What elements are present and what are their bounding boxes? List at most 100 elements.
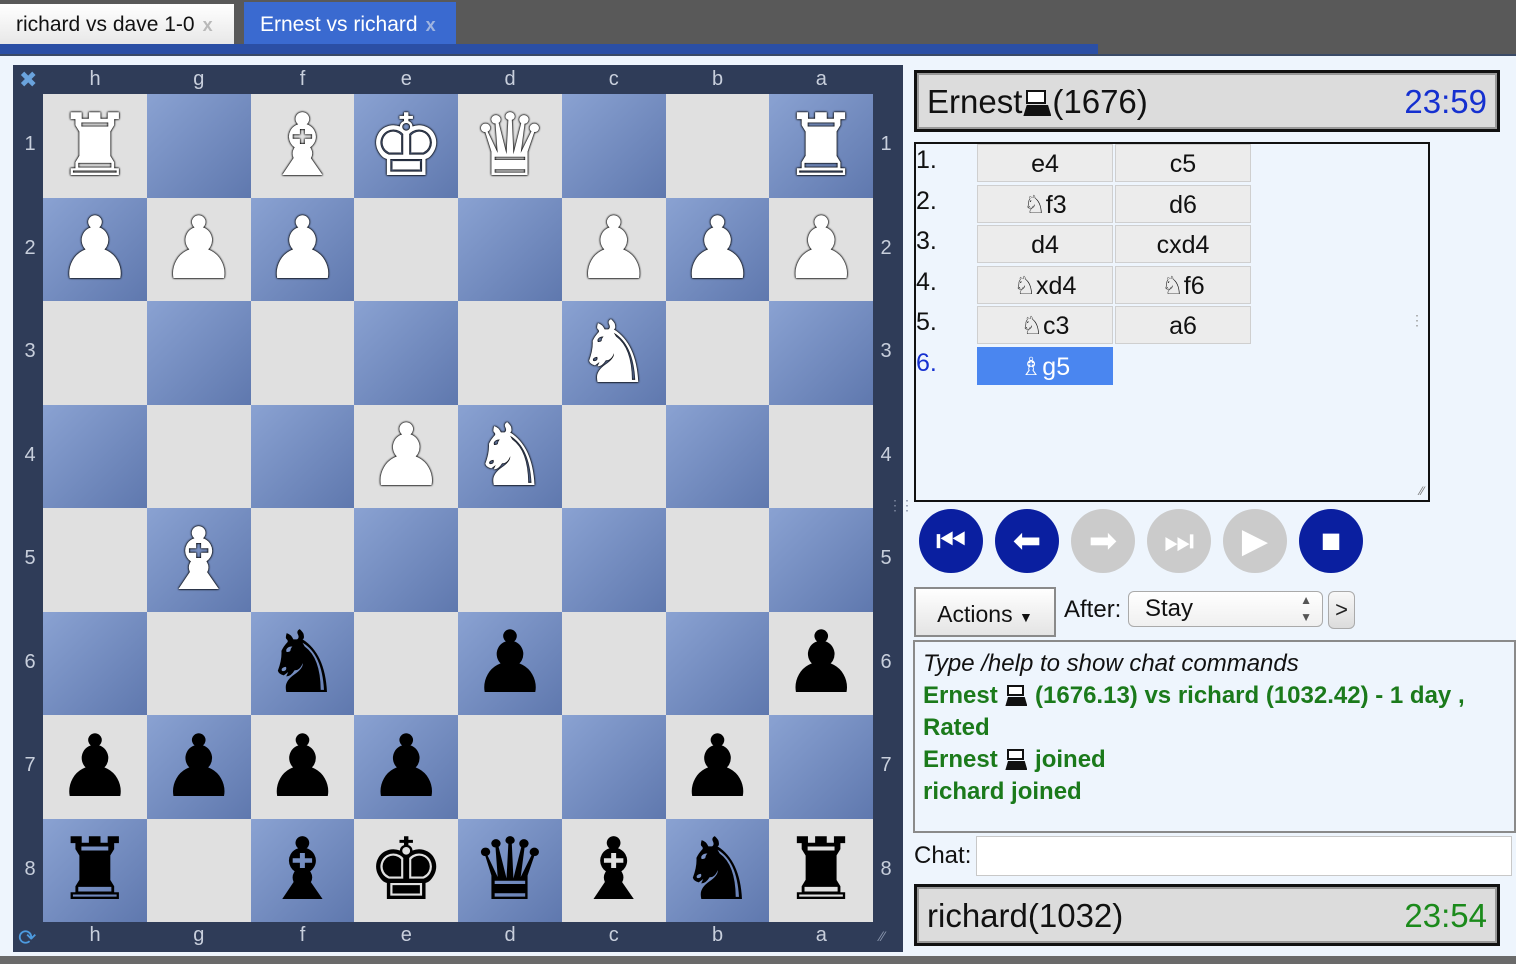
white-rook-icon[interactable]: ♜ [783, 103, 860, 189]
square-c2[interactable]: ♟ [561, 197, 666, 301]
close-icon[interactable]: x [426, 15, 436, 35]
black-rook-icon[interactable]: ♜ [783, 827, 860, 913]
square-g6[interactable] [146, 611, 251, 715]
square-f5[interactable] [250, 508, 355, 612]
square-b3[interactable] [665, 301, 770, 405]
chess-board[interactable]: ♜ ♝ ♚ ♛ ♜ ♟ ♟ ♟ ♟ ♟ ♟ ♞ ♟ ♞ ♝ ♞ ♟ ♟ ♟ ♟ ♟ ♟ ♟ ♜ ♝ ♚ ♛ ♝ ♞ ♜ [43, 94, 873, 922]
square-h1[interactable]: ♜ [43, 94, 147, 198]
white-move[interactable]: e4 [977, 144, 1113, 182]
white-move[interactable]: d4 [977, 225, 1113, 263]
black-move[interactable]: d6 [1115, 184, 1251, 223]
drag-handle-icon[interactable]: ⋮⋮ [888, 497, 914, 514]
square-e2[interactable] [354, 197, 458, 301]
chat-input[interactable] [976, 836, 1512, 876]
square-c4[interactable] [561, 404, 666, 508]
white-king-icon[interactable]: ♚ [368, 103, 445, 189]
square-c8[interactable]: ♝ [561, 818, 666, 922]
square-h3[interactable] [43, 301, 147, 405]
white-pawn-icon[interactable]: ♟ [575, 206, 652, 292]
square-d7[interactable] [458, 715, 562, 819]
square-h5[interactable] [43, 508, 147, 612]
square-b8[interactable]: ♞ [665, 818, 770, 922]
square-f7[interactable]: ♟ [250, 715, 355, 819]
square-c5[interactable] [561, 508, 666, 612]
first-move-button[interactable]: ⏮ [919, 509, 983, 573]
black-rook-icon[interactable]: ♜ [56, 827, 133, 913]
after-select[interactable]: Stay ▲ ▼ [1128, 591, 1323, 627]
black-pawn-icon[interactable]: ♟ [264, 724, 341, 810]
square-g2[interactable]: ♟ [146, 197, 251, 301]
square-h2[interactable]: ♟ [43, 197, 147, 301]
tab-ernest-vs-richard[interactable]: Ernest vs richard x [244, 2, 456, 46]
white-move[interactable]: ♘xd4 [977, 265, 1113, 304]
play-button[interactable]: ▶ [1223, 509, 1287, 573]
square-a2[interactable]: ♟ [769, 197, 873, 301]
square-a4[interactable] [769, 404, 873, 508]
square-e8[interactable]: ♚ [354, 818, 458, 922]
square-a6[interactable]: ♟ [769, 611, 873, 715]
black-move[interactable]: cxd4 [1115, 225, 1251, 263]
move-list[interactable]: ⋮ ⁄⁄ 1. e4 c5 2. ♘f3 d6 3. d4 cxd4 4. ♘xd4 ♘f6 5. ♘c3… [914, 142, 1430, 502]
square-b2[interactable]: ♟ [665, 197, 770, 301]
next-move-button[interactable]: ➡ [1071, 509, 1135, 573]
black-move[interactable]: ♘f6 [1115, 265, 1251, 304]
white-bishop-icon[interactable]: ♝ [264, 103, 341, 189]
square-f3[interactable] [250, 301, 355, 405]
black-pawn-icon[interactable]: ♟ [56, 724, 133, 810]
square-c6[interactable] [561, 611, 666, 715]
white-move[interactable]: ♗g5 [977, 346, 1113, 385]
square-e3[interactable] [354, 301, 458, 405]
square-g4[interactable] [146, 404, 251, 508]
square-d6[interactable]: ♟ [458, 611, 562, 715]
after-go-button[interactable]: > [1328, 591, 1355, 629]
black-bishop-icon[interactable]: ♝ [575, 827, 652, 913]
square-d2[interactable] [458, 197, 562, 301]
square-e1[interactable]: ♚ [354, 94, 458, 198]
white-move[interactable]: ♘c3 [977, 306, 1113, 344]
square-b4[interactable] [665, 404, 770, 508]
square-f4[interactable] [250, 404, 355, 508]
square-h8[interactable]: ♜ [43, 818, 147, 922]
square-b6[interactable] [665, 611, 770, 715]
white-move[interactable]: ♘f3 [977, 184, 1113, 223]
resize-handle-icon[interactable]: ⁄⁄ [880, 928, 885, 944]
square-h4[interactable] [43, 404, 147, 508]
square-g8[interactable] [146, 818, 251, 922]
square-b1[interactable] [665, 94, 770, 198]
black-pawn-icon[interactable]: ♟ [368, 724, 445, 810]
stop-button[interactable]: ■ [1299, 509, 1363, 573]
square-d3[interactable] [458, 301, 562, 405]
square-a5[interactable] [769, 508, 873, 612]
drag-handle-icon[interactable]: ⋮ [1410, 312, 1424, 329]
square-f8[interactable]: ♝ [250, 818, 355, 922]
square-h7[interactable]: ♟ [43, 715, 147, 819]
white-rook-icon[interactable]: ♜ [56, 103, 133, 189]
tab-richard-vs-dave[interactable]: richard vs dave 1-0 x [0, 4, 234, 44]
resize-handle-icon[interactable]: ⁄⁄ [1420, 484, 1424, 498]
white-knight-icon[interactable]: ♞ [575, 310, 652, 396]
black-move[interactable]: a6 [1115, 306, 1251, 344]
square-c1[interactable] [561, 94, 666, 198]
square-d4[interactable]: ♞ [458, 404, 562, 508]
square-f1[interactable]: ♝ [250, 94, 355, 198]
white-queen-icon[interactable]: ♛ [471, 103, 548, 189]
flip-board-icon[interactable]: ⟳ [18, 925, 36, 951]
white-knight-icon[interactable]: ♞ [471, 413, 548, 499]
square-g5[interactable]: ♝ [146, 508, 251, 612]
square-d5[interactable] [458, 508, 562, 612]
black-pawn-icon[interactable]: ♟ [783, 620, 860, 706]
actions-dropdown-button[interactable]: Actions ▼ [914, 587, 1056, 637]
black-queen-icon[interactable]: ♛ [471, 827, 548, 913]
square-c7[interactable] [561, 715, 666, 819]
square-c3[interactable]: ♞ [561, 301, 666, 405]
square-e5[interactable] [354, 508, 458, 612]
white-pawn-icon[interactable]: ♟ [679, 206, 756, 292]
square-b5[interactable] [665, 508, 770, 612]
square-e7[interactable]: ♟ [354, 715, 458, 819]
square-g7[interactable]: ♟ [146, 715, 251, 819]
square-e6[interactable] [354, 611, 458, 715]
black-pawn-icon[interactable]: ♟ [160, 724, 237, 810]
square-a3[interactable] [769, 301, 873, 405]
square-e4[interactable]: ♟ [354, 404, 458, 508]
square-g1[interactable] [146, 94, 251, 198]
